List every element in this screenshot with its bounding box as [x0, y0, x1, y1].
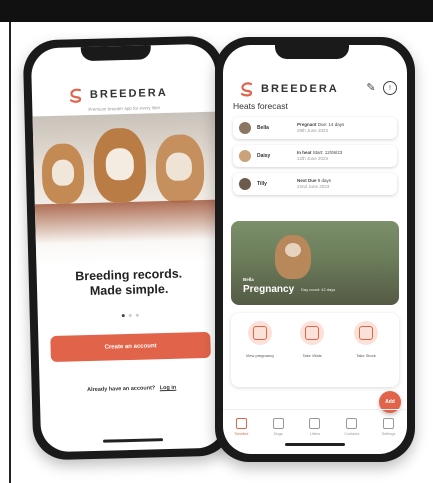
- tab-label: Dogs: [273, 432, 283, 436]
- carousel-dot[interactable]: [121, 314, 125, 318]
- heat-status-label: In heat: [297, 150, 312, 155]
- brand-logo: BREEDERA: [68, 85, 168, 104]
- take-vitals-button[interactable]: Take Vitals: [289, 321, 335, 358]
- view-pregnancy-button[interactable]: View pregnancy: [237, 321, 283, 358]
- phone-dashboard: BREEDERA ✎ ! Heats forecast Bella Pregna…: [215, 37, 415, 462]
- gear-icon: [383, 418, 395, 429]
- action-label: Take Vitals: [302, 353, 322, 358]
- pregnancy-title: Pregnancy: [243, 284, 295, 295]
- dog-avatar: [239, 178, 251, 190]
- info-icon[interactable]: !: [383, 81, 397, 95]
- brand-name: BREEDERA: [261, 83, 339, 95]
- contacts-icon: [346, 418, 358, 429]
- stock-icon: [354, 321, 378, 345]
- heat-status-detail: 8 days: [317, 178, 332, 183]
- puppies-photo: [32, 111, 221, 267]
- heat-date: 22nd June 2023: [297, 184, 330, 189]
- carousel-dot[interactable]: [135, 313, 139, 317]
- tab-label: Litters: [309, 432, 321, 436]
- tab-label: Contacts: [344, 432, 360, 436]
- action-label: Take Stock: [356, 353, 376, 358]
- pregnancy-dog-name: Bella: [243, 277, 254, 282]
- tab-settings[interactable]: Settings: [374, 418, 404, 436]
- phone-notch: [80, 45, 152, 62]
- tab-timeline[interactable]: Timeline: [226, 418, 256, 436]
- litter-icon: [309, 418, 321, 429]
- pregnancy-card[interactable]: Bella Pregnancy Day count: 42 days: [231, 221, 399, 305]
- puppy-right-face: [165, 152, 193, 181]
- heat-status: In heat Start: 12/06/23 12th June 2023: [297, 150, 342, 162]
- left-border: [9, 22, 11, 483]
- heat-card[interactable]: Bella Pregnant Due: 14 days 28th June 20…: [233, 117, 397, 139]
- heat-status-label: Pregnant: [297, 122, 317, 127]
- vitals-icon: [300, 321, 324, 345]
- carousel-dots[interactable]: [38, 312, 222, 320]
- header-actions: ✎ !: [365, 81, 397, 95]
- phone-onboarding: BREEDERA Premium breeder app for every l…: [22, 35, 234, 461]
- heat-status-label: Next Due: [297, 178, 317, 183]
- dog-icon: [272, 418, 284, 429]
- top-border: [0, 0, 433, 22]
- breedera-logo-icon: [70, 88, 82, 103]
- dog-avatar: [239, 150, 251, 162]
- brand-name: BREEDERA: [89, 86, 168, 101]
- login-link[interactable]: Log in: [160, 385, 177, 391]
- heat-card[interactable]: Daisy In heat Start: 12/06/23 12th June …: [233, 145, 397, 167]
- puppy-center-face: [105, 147, 135, 181]
- carousel-dot[interactable]: [128, 313, 132, 318]
- phone-notch: [275, 45, 349, 59]
- onboarding-screen: BREEDERA Premium breeder app for every l…: [30, 43, 226, 453]
- action-label: View pregnancy: [245, 353, 275, 358]
- quick-actions: View pregnancy Take Vitals Take Stock: [231, 313, 399, 387]
- heat-card[interactable]: Tilly Next Due 8 days 22nd June 2023: [233, 173, 397, 195]
- heat-status: Pregnant Due: 14 days 28th June 2023: [297, 122, 344, 134]
- heat-status-detail: Start: 12/06/23: [312, 150, 343, 155]
- tab-label: Timeline: [234, 432, 249, 436]
- heats-forecast-heading: Heats forecast: [233, 101, 288, 111]
- dog-name: Bella: [257, 125, 269, 131]
- tab-dogs[interactable]: Dogs: [263, 418, 293, 436]
- edit-icon[interactable]: ✎: [365, 81, 377, 94]
- puppy-left-face: [51, 159, 75, 186]
- heart-icon: [248, 321, 272, 345]
- pregnancy-subtitle: Day count: 42 days: [301, 287, 336, 292]
- take-stock-button[interactable]: Take Stock: [343, 321, 389, 358]
- dashboard-screen: BREEDERA ✎ ! Heats forecast Bella Pregna…: [223, 45, 407, 454]
- bottom-tab-bar: Timeline Dogs Litters Contacts Settings: [223, 409, 407, 444]
- heat-date: 28th June 2023: [297, 128, 329, 133]
- create-account-button[interactable]: Create an account: [50, 331, 211, 363]
- home-indicator: [103, 438, 164, 443]
- tab-label: Settings: [381, 432, 396, 436]
- brand-logo: BREEDERA: [239, 81, 339, 97]
- dog-avatar: [239, 122, 251, 134]
- home-icon: [235, 418, 247, 429]
- login-prompt-text: Already have an account?: [87, 385, 156, 394]
- dog-name: Daisy: [257, 153, 271, 159]
- dog-name: Tilly: [257, 181, 267, 187]
- tab-litters[interactable]: Litters: [300, 418, 330, 436]
- dog-photo: [275, 235, 311, 279]
- tab-contacts[interactable]: Contacts: [337, 418, 367, 436]
- login-prompt: Already have an account? Log in: [40, 384, 224, 395]
- headline: Breeding records. Made simple.: [37, 266, 222, 301]
- hands: [34, 199, 220, 245]
- heat-status: Next Due 8 days 22nd June 2023: [297, 178, 331, 190]
- home-indicator: [285, 443, 345, 446]
- heat-date: 12th June 2023: [297, 156, 329, 161]
- heat-status-detail: Due: 14 days: [317, 122, 345, 127]
- breedera-logo-icon: [240, 82, 253, 97]
